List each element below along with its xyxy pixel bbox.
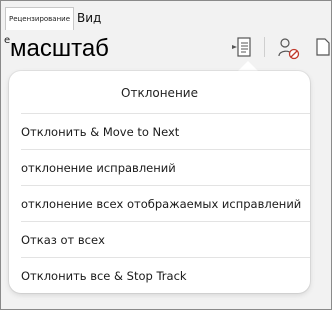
menu-item-label: Отклонить & Move to Next [21, 125, 180, 139]
menu-list: Отклонить & Move to Next отклонение испр… [9, 113, 310, 293]
menu-header: Отклонение [121, 86, 198, 100]
menu-item-reject-all[interactable]: Отказ от всех [21, 221, 310, 257]
app-window: Рецензирование Вид е масштаб Отклонение … [0, 0, 332, 310]
menu-item-label: отклонение всех отображаемых исправлений [21, 197, 302, 211]
toolbar-separator [264, 37, 265, 57]
reject-changes-menu: Отклонение Отклонить & Move to Next откл… [9, 71, 310, 293]
zoom-label: масштаб [10, 35, 109, 62]
document-icon[interactable] [315, 35, 331, 61]
tab-view-label: Вид [77, 11, 102, 25]
tab-review[interactable]: Рецензирование [5, 7, 75, 30]
accept-document-icon[interactable] [231, 35, 255, 61]
tab-view[interactable]: Вид [77, 10, 101, 26]
menu-item-reject-all-stop-tracking[interactable]: Отклонить все & Stop Track [21, 257, 310, 293]
menu-item-reject-and-move-next[interactable]: Отклонить & Move to Next [21, 113, 310, 149]
menu-item-reject-change[interactable]: отклонение исправлений [21, 149, 310, 185]
ribbon-tab-strip: Рецензирование Вид [1, 1, 331, 31]
menu-item-label: отклонение исправлений [21, 161, 176, 175]
tab-review-label: Рецензирование [9, 15, 71, 23]
popover-pointer [238, 61, 258, 71]
menu-item-label: Отклонить все & Stop Track [21, 269, 187, 283]
menu-item-label: Отказ от всех [21, 233, 105, 247]
reject-user-icon[interactable] [277, 35, 301, 61]
menu-item-reject-all-shown[interactable]: отклонение всех отображаемых исправлений [21, 185, 310, 221]
ribbon-toolbar: е масштаб [1, 31, 331, 68]
